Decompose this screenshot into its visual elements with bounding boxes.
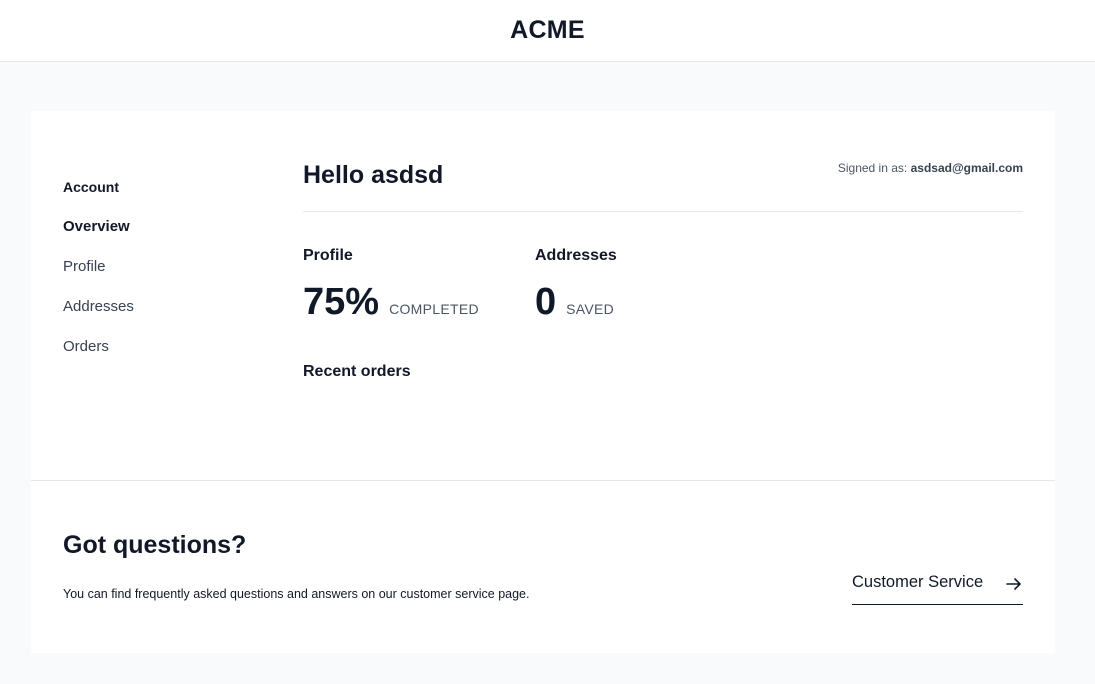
profile-stat: 75% COMPLETED [303, 283, 479, 321]
signed-in-info: Signed in as: asdsad@gmail.com [838, 161, 1023, 175]
brand-logo-link[interactable]: ACME [0, 16, 1095, 45]
signed-in-label: Signed in as: [837, 161, 908, 175]
addresses-stat: 0 SAVED [535, 283, 614, 321]
account-card: Account Overview Profile Addresses Order… [31, 111, 1055, 653]
addresses-count-value: 0 [535, 281, 557, 323]
profile-completion-value: 75% [303, 281, 380, 323]
customer-service-label: Customer Service [852, 573, 984, 591]
sidebar-item-addresses[interactable]: Addresses [63, 298, 134, 315]
sidebar-title: Account [63, 179, 119, 195]
sidebar-item-orders[interactable]: Orders [63, 338, 109, 355]
sidebar-item-overview[interactable]: Overview [63, 218, 130, 235]
header-divider [303, 211, 1023, 212]
signed-in-email: asdsad@gmail.com [910, 161, 1023, 175]
section-divider [31, 480, 1055, 481]
profile-completion-suffix: COMPLETED [389, 301, 479, 317]
customer-service-link[interactable]: Customer Service [852, 573, 1023, 605]
addresses-count-suffix: SAVED [566, 301, 615, 317]
help-description: You can find frequently asked questions … [63, 587, 530, 601]
help-heading: Got questions? [63, 531, 247, 559]
addresses-stat-title: Addresses [535, 247, 617, 264]
sidebar-item-profile[interactable]: Profile [63, 258, 106, 275]
profile-stat-title: Profile [303, 247, 353, 264]
top-navigation-bar: ACME [0, 0, 1095, 62]
greeting-heading: Hello asdsd [303, 161, 444, 189]
arrow-right-icon [1006, 578, 1021, 590]
recent-orders-title: Recent orders [303, 363, 411, 380]
